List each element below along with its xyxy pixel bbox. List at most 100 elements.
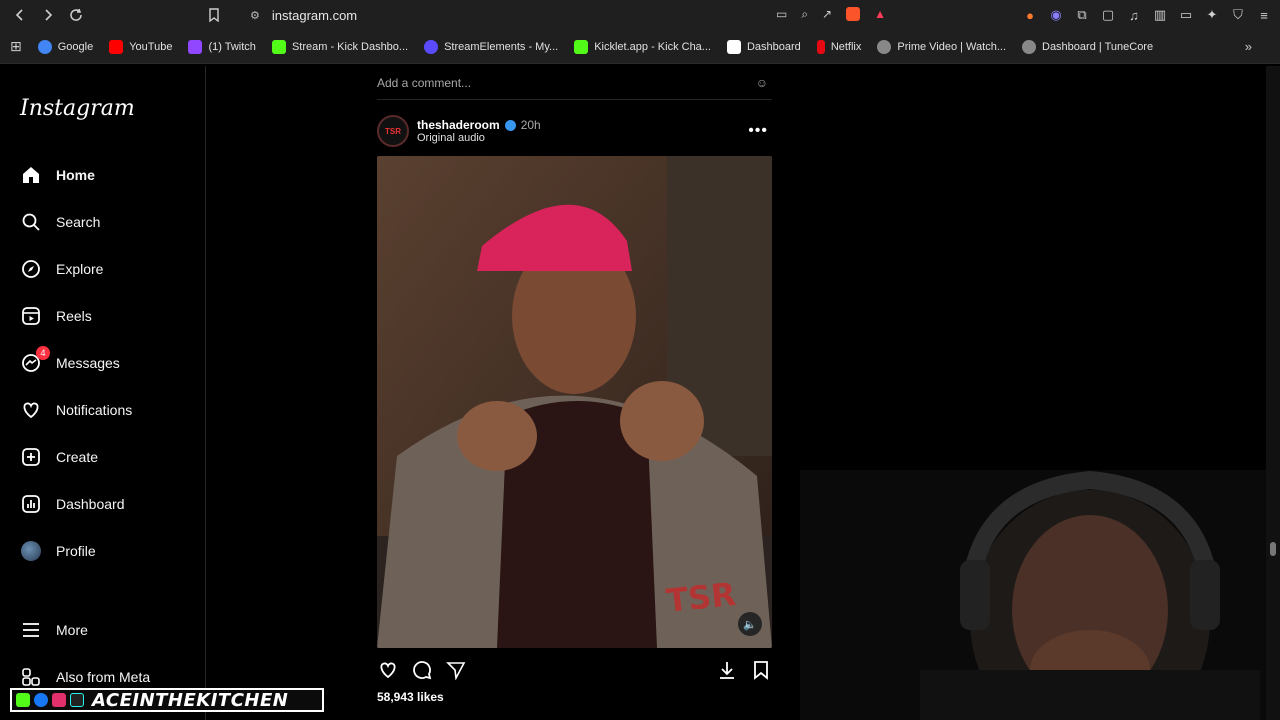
avatar-text: TSR	[385, 126, 401, 136]
instagram-sidebar: Instagram Home Search Explore Reels 4 Me…	[0, 66, 206, 720]
sidebar-item-label: Notifications	[56, 401, 133, 418]
tiktok-icon	[70, 693, 84, 707]
globe-icon	[877, 39, 892, 54]
emoji-icon[interactable]: ☺	[756, 76, 768, 90]
brave-shield-icon[interactable]	[846, 7, 861, 21]
like-heart-icon[interactable]	[377, 659, 399, 681]
address-bar[interactable]: ⚙ instagram.com ▭ ⌕ ↗ ▲	[240, 3, 900, 27]
sidebar-item-label: Profile	[56, 542, 96, 559]
add-comment-input[interactable]: Add a comment...	[377, 76, 471, 90]
webcam-overlay	[800, 470, 1280, 720]
messages-icon: 4	[20, 345, 50, 374]
vpn-icon[interactable]: ⛉	[1230, 7, 1246, 23]
post-audio[interactable]: Original audio	[417, 132, 541, 144]
sidebar-item-home[interactable]: Home	[0, 151, 206, 198]
bookmarks-bar: ⊞ Google YouTube (1) Twitch Stream - Kic…	[0, 30, 1280, 64]
forward-icon[interactable]	[34, 1, 62, 29]
post-user-line: theshaderoom 20h	[417, 118, 541, 132]
share-icon[interactable]	[445, 659, 467, 681]
sidebar-item-messages[interactable]: 4 Messages	[0, 339, 206, 386]
sidebar-item-label: Search	[56, 213, 101, 230]
instagram-icon	[52, 693, 66, 707]
extensions-icon[interactable]: ⧉	[1074, 7, 1090, 23]
mute-icon[interactable]: 🔈	[738, 612, 762, 636]
sidebar-item-search[interactable]: Search	[0, 198, 206, 245]
cast-icon[interactable]: ▭	[776, 7, 787, 22]
sidebar-more-section: More Also from Meta	[0, 606, 206, 700]
reload-icon[interactable]	[62, 1, 90, 29]
sidebar-item-notifications[interactable]: Notifications	[0, 386, 206, 433]
dashboard-icon	[726, 39, 741, 54]
post-time[interactable]: 20h	[521, 118, 541, 132]
plus-icon	[20, 446, 42, 468]
back-icon[interactable]	[6, 1, 34, 29]
screenshot-icon[interactable]: ▢	[1100, 7, 1116, 23]
bookmark-item[interactable]: (1) Twitch	[188, 39, 256, 54]
site-settings-icon[interactable]: ⚙	[250, 9, 260, 22]
save-bookmark-icon[interactable]	[750, 659, 772, 681]
bookmark-item[interactable]: YouTube	[109, 39, 172, 54]
sidebar-item-reels[interactable]: Reels	[0, 292, 206, 339]
sidebar-item-more[interactable]: More	[0, 606, 206, 653]
bookmarks-overflow-icon[interactable]: »	[1245, 39, 1252, 54]
scroll-thumb[interactable]	[1270, 542, 1276, 556]
bookmark-item[interactable]: Prime Video | Watch...	[877, 39, 1006, 54]
bookmark-item[interactable]: Google	[37, 39, 93, 54]
add-comment-row: Add a comment... ☺	[377, 66, 772, 100]
meta-apps-icon	[20, 666, 42, 688]
share-icon[interactable]: ↗	[822, 7, 832, 22]
profile-avatar	[20, 540, 42, 562]
extension-fox-icon[interactable]: ●	[1022, 7, 1038, 23]
page-scrollbar[interactable]	[1266, 66, 1280, 720]
sidebar-item-label: Create	[56, 448, 99, 465]
bookmark-label: Stream - Kick Dashbo...	[291, 40, 409, 53]
bookmark-label: Prime Video | Watch...	[897, 40, 1006, 53]
bookmark-page-icon[interactable]	[200, 1, 228, 29]
post-avatar[interactable]: TSR	[377, 115, 409, 147]
instagram-logo[interactable]: Instagram	[20, 96, 135, 121]
menu-icon[interactable]: ≡	[1256, 7, 1272, 23]
zoom-icon[interactable]: ⌕	[801, 7, 808, 22]
apps-grid-icon[interactable]: ⊞	[10, 38, 22, 55]
post-options-icon[interactable]: •••	[748, 122, 768, 140]
sidebar-item-profile[interactable]: Profile	[0, 527, 206, 574]
bookmark-item[interactable]: Dashboard	[726, 39, 801, 54]
hamburger-icon	[20, 619, 42, 641]
streamelements-icon	[424, 39, 439, 54]
extension-circle-icon[interactable]: ◉	[1048, 7, 1064, 23]
leo-icon[interactable]: ✦	[1204, 7, 1220, 23]
likes-count[interactable]: 58,943 likes	[377, 690, 444, 704]
sidebar-item-label: Also from Meta	[56, 668, 151, 685]
netflix-icon	[816, 39, 825, 54]
bookmark-label: Dashboard | TuneCore	[1042, 40, 1154, 53]
post-username[interactable]: theshaderoom	[417, 118, 500, 132]
verified-badge-icon	[504, 119, 516, 131]
sidebar-item-explore[interactable]: Explore	[0, 245, 206, 292]
comment-icon[interactable]	[411, 659, 433, 681]
webcam-frame	[800, 470, 1280, 720]
bookmark-item[interactable]: Stream - Kick Dashbo...	[271, 39, 409, 54]
brave-rewards-icon[interactable]: ▲	[874, 7, 886, 22]
banner-handle: ACEINTHEKITCHEN	[92, 689, 289, 711]
url-text: instagram.com	[271, 7, 358, 23]
media-icon[interactable]: ♫	[1126, 7, 1142, 23]
sidebar-item-label: Dashboard	[56, 495, 125, 512]
post-video[interactable]: TSR 🔈	[377, 156, 772, 648]
dashboard-icon	[20, 493, 42, 515]
bookmark-item[interactable]: Kicklet.app - Kick Cha...	[574, 39, 711, 54]
post-actions	[377, 658, 772, 682]
youtube-icon	[109, 39, 124, 54]
sidebar-icon[interactable]: ▥	[1152, 7, 1168, 23]
sidebar-item-create[interactable]: Create	[0, 433, 206, 480]
sidebar-item-dashboard[interactable]: Dashboard	[0, 480, 206, 527]
stream-socials-banner: ACEINTHEKITCHEN	[10, 688, 324, 712]
download-icon[interactable]	[716, 659, 738, 681]
kick-icon	[16, 693, 30, 707]
sidebar-item-label: Home	[56, 166, 95, 183]
bookmark-item[interactable]: Dashboard | TuneCore	[1022, 39, 1154, 54]
explore-icon	[20, 258, 42, 280]
bookmark-item[interactable]: Netflix	[816, 39, 861, 54]
bookmark-item[interactable]: StreamElements - My...	[424, 39, 558, 54]
wallet-icon[interactable]: ▭	[1178, 7, 1194, 23]
post-header: TSR theshaderoom 20h Original audio •••	[377, 114, 772, 148]
